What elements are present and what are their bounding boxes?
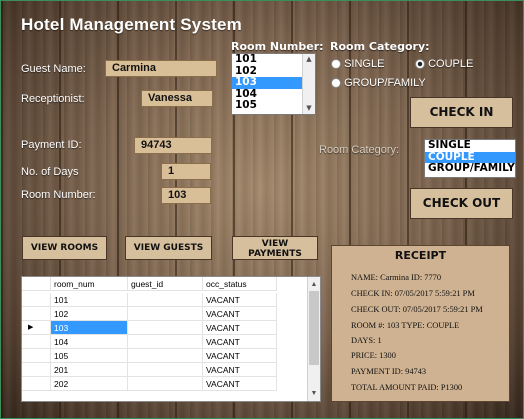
check-in-button[interactable]: CHECK IN (410, 97, 513, 128)
receipt-title: RECEIPT (394, 249, 447, 262)
receptionist-label: Receptionist: (21, 93, 85, 105)
view-rooms-button[interactable]: VIEW ROOMS (22, 236, 107, 260)
grid-cell[interactable] (128, 349, 203, 363)
chevron-down-icon[interactable]: ▼ (308, 388, 320, 399)
rooms-data-grid[interactable]: room_num guest_id occ_status 101 VACANT 102 VA… (21, 276, 321, 402)
room-list-label: Room Number: (231, 40, 324, 53)
category-list-items: SINGLE COUPLE GROUP/FAMILY (425, 139, 515, 175)
room-category-listbox[interactable]: SINGLE COUPLE GROUP/FAMILY (424, 139, 516, 178)
grid-cell[interactable] (128, 307, 203, 321)
room-category-list-label: Room Category: (319, 144, 400, 156)
grid-cell[interactable]: VACANT (203, 363, 277, 377)
room-list-scrollbar[interactable]: ▲ ▼ (302, 54, 315, 114)
view-guests-button[interactable]: VIEW GUESTS (125, 236, 212, 260)
grid-scrollbar-thumb[interactable] (309, 291, 319, 365)
receptionist-field[interactable]: Vanessa (141, 90, 213, 107)
radio-single-label: SINGLE (344, 58, 385, 70)
radio-button[interactable] (415, 59, 425, 70)
row-header[interactable] (22, 363, 51, 377)
grid-cell[interactable] (128, 363, 203, 377)
grid-cell[interactable]: 104 (51, 335, 128, 349)
chevron-up-icon[interactable]: ▲ (308, 279, 320, 290)
radio-single[interactable]: SINGLE (331, 58, 384, 70)
room-number-listbox[interactable]: 101 102 103 104 105 ▲ ▼ (231, 53, 316, 115)
radio-couple-label: COUPLE (428, 58, 474, 70)
check-out-button[interactable]: CHECK OUT (410, 188, 513, 219)
receipt-panel: RECEIPT NAME: Carmina ID: 7770 CHECK IN:… (331, 245, 510, 402)
view-payments-label-line2: PAYMENTS (248, 249, 302, 259)
view-payments-button[interactable]: VIEW PAYMENTS (232, 236, 318, 260)
triangle-right-icon[interactable]: ▶ (22, 321, 51, 335)
grid-cell[interactable] (128, 377, 203, 391)
row-header[interactable] (22, 349, 51, 363)
guest-name-field[interactable]: Carmina (105, 60, 217, 77)
view-payments-label-line1: VIEW (261, 239, 289, 249)
receipt-line: TOTAL AMOUNT PAID: P1300 (351, 383, 463, 392)
grid-cell[interactable]: 201 (51, 363, 128, 377)
category-list-item[interactable]: GROUP/FAMILY (425, 162, 515, 175)
days-label: No. of Days (21, 166, 79, 178)
room-number-label: Room Number: (21, 189, 96, 201)
room-number-field[interactable]: 103 (161, 187, 211, 204)
row-header[interactable] (22, 307, 51, 321)
radio-couple[interactable]: COUPLE (415, 58, 473, 70)
grid-cell[interactable]: 101 (51, 293, 128, 307)
receipt-line: DAYS: 1 (351, 336, 382, 345)
category-list-item[interactable]: SINGLE (425, 139, 515, 152)
column-header[interactable]: occ_status (203, 277, 277, 291)
grid-cell[interactable]: 202 (51, 377, 128, 391)
receipt-line: NAME: Carmina ID: 7770 (351, 273, 442, 282)
grid-corner-header[interactable] (22, 277, 51, 291)
chevron-down-icon[interactable]: ▼ (303, 103, 315, 114)
grid-cell[interactable] (128, 321, 203, 335)
radio-group-family[interactable]: GROUP/FAMILY (331, 77, 426, 89)
row-header[interactable] (22, 335, 51, 349)
grid-cell[interactable]: VACANT (203, 293, 277, 307)
grid-cell[interactable]: VACANT (203, 307, 277, 321)
grid-cell[interactable]: 105 (51, 349, 128, 363)
grid-cell[interactable] (128, 293, 203, 307)
grid-cell[interactable]: VACANT (203, 377, 277, 391)
row-header[interactable] (22, 293, 51, 307)
grid-scrollbar[interactable]: ▲ ▼ (307, 277, 320, 401)
radio-button[interactable] (331, 59, 341, 70)
app-window: Hotel Management System Guest Name: Carm… (0, 0, 524, 419)
grid-cell[interactable] (128, 335, 203, 349)
column-header[interactable]: guest_id (128, 277, 203, 291)
app-title: Hotel Management System (21, 15, 242, 34)
payment-id-field[interactable]: 94743 (134, 137, 212, 154)
grid-cell[interactable]: VACANT (203, 349, 277, 363)
receipt-line: CHECK IN: 07/05/2017 5:59:21 PM (351, 289, 475, 298)
receipt-line: PAYMENT ID: 94743 (351, 367, 427, 376)
column-header[interactable]: room_num (51, 277, 128, 291)
grid-cell[interactable]: 103 (51, 321, 128, 335)
payment-id-label: Payment ID: (21, 139, 82, 151)
radio-group-family-label: GROUP/FAMILY (344, 77, 426, 89)
receipt-line: PRICE: 1300 (351, 351, 396, 360)
days-field[interactable]: 1 (161, 163, 211, 180)
grid-cell[interactable]: 102 (51, 307, 128, 321)
chevron-up-icon[interactable]: ▲ (303, 54, 315, 65)
row-header[interactable] (22, 377, 51, 391)
receipt-line: CHECK OUT: 07/05/2017 5:59:21 PM (351, 305, 483, 314)
room-category-radio-label: Room Category: (330, 40, 430, 53)
grid-cell[interactable]: VACANT (203, 321, 277, 335)
radio-button[interactable] (331, 78, 341, 89)
receipt-line: ROOM #: 103 TYPE: COUPLE (351, 321, 460, 330)
guest-name-label: Guest Name: (21, 63, 86, 75)
grid-cell[interactable]: VACANT (203, 335, 277, 349)
